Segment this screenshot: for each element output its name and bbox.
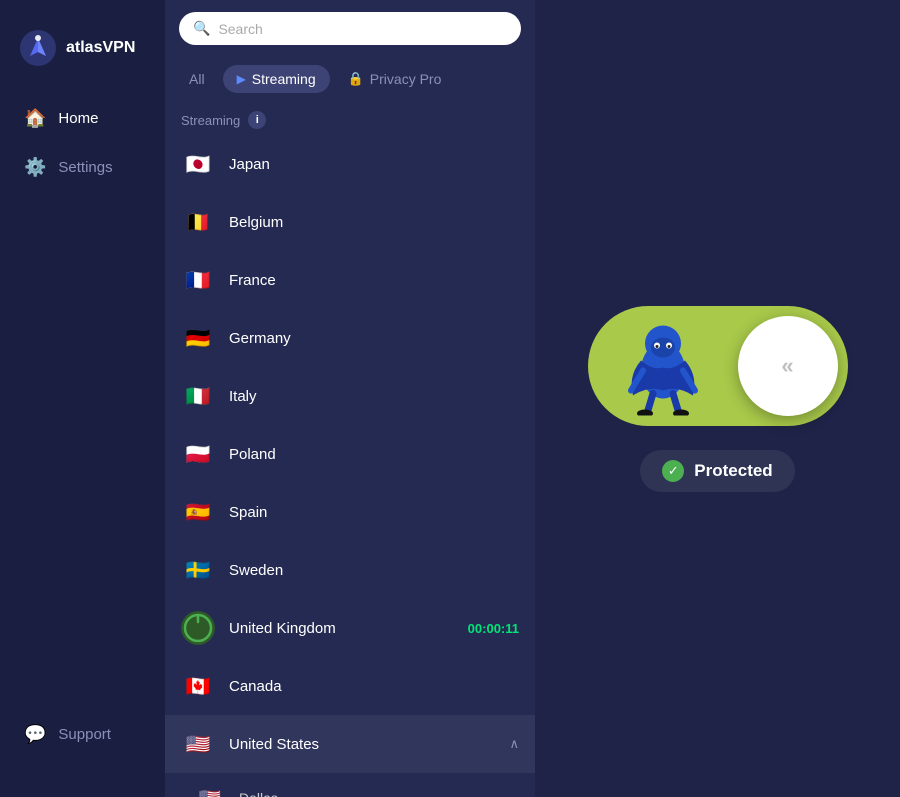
lock-icon: 🔒	[348, 71, 364, 87]
sidebar-item-support[interactable]: 💬 Support	[10, 712, 155, 757]
flag-poland: 🇵🇱	[181, 437, 215, 471]
vpn-mascot	[613, 305, 713, 415]
tab-privacy-label: Privacy Pro	[370, 71, 442, 87]
flag-uk	[181, 611, 215, 645]
main-content: 🔍 All ▶ Streaming 🔒 Privacy Pro Streamin…	[165, 0, 900, 797]
country-item-spain[interactable]: 🇪🇸 Spain	[165, 483, 535, 541]
country-item-canada[interactable]: 🇨🇦 Canada	[165, 657, 535, 715]
vpn-toggle-container: « ✓ Protected	[588, 306, 848, 492]
search-container: 🔍	[165, 0, 535, 57]
tab-privacy-pro[interactable]: 🔒 Privacy Pro	[338, 65, 452, 93]
protected-check-icon: ✓	[662, 460, 684, 482]
play-icon: ▶	[237, 72, 246, 86]
flag-dallas: 🇺🇸	[195, 783, 225, 797]
flag-italy: 🇮🇹	[181, 379, 215, 413]
logo-text: atlasVPN	[66, 39, 135, 57]
country-item-italy[interactable]: 🇮🇹 Italy	[165, 367, 535, 425]
protected-label: Protected	[694, 461, 772, 481]
sidebar-item-settings[interactable]: ⚙️ Settings	[10, 145, 155, 190]
country-name-belgium: Belgium	[229, 214, 519, 231]
country-item-uk[interactable]: United Kingdom 00:00:11	[165, 599, 535, 657]
country-item-france[interactable]: 🇫🇷 France	[165, 251, 535, 309]
flag-sweden: 🇸🇪	[181, 553, 215, 587]
chevron-double-icon: «	[781, 353, 793, 379]
flag-belgium: 🇧🇪	[181, 205, 215, 239]
tab-streaming-label: Streaming	[252, 71, 316, 87]
sidebar-item-home-label: Home	[58, 110, 98, 127]
tab-all[interactable]: All	[179, 65, 215, 93]
search-wrapper[interactable]: 🔍	[179, 12, 521, 45]
country-name-italy: Italy	[229, 388, 519, 405]
sidebar-bottom: 💬 Support	[0, 712, 165, 777]
country-name-france: France	[229, 272, 519, 289]
left-panel: 🔍 All ▶ Streaming 🔒 Privacy Pro Streamin…	[165, 0, 535, 797]
sidebar-support-label: Support	[58, 726, 111, 743]
right-panel: « ✓ Protected	[535, 0, 900, 797]
country-name-us: United States	[229, 736, 495, 753]
city-name-dallas: Dallas	[239, 790, 278, 797]
flag-us: 🇺🇸	[181, 727, 215, 761]
toggle-knob[interactable]: «	[738, 316, 838, 416]
sidebar: atlasVPN 🏠 Home ⚙️ Settings 💬 Support	[0, 0, 165, 797]
atlas-logo-icon	[20, 30, 56, 66]
country-name-spain: Spain	[229, 504, 519, 521]
section-header-label: Streaming	[181, 113, 240, 128]
country-name-sweden: Sweden	[229, 562, 519, 579]
country-item-us[interactable]: 🇺🇸 United States ∧	[165, 715, 535, 773]
sidebar-item-home[interactable]: 🏠 Home	[10, 96, 155, 141]
search-icon: 🔍	[193, 20, 210, 37]
country-name-poland: Poland	[229, 446, 519, 463]
section-header: Streaming i	[165, 103, 535, 135]
city-item-dallas[interactable]: 🇺🇸 Dallas	[165, 773, 535, 797]
sidebar-logo[interactable]: atlasVPN	[0, 20, 165, 96]
country-list: 🇯🇵 Japan 🇧🇪 Belgium 🇫🇷 France 🇩🇪 Germany	[165, 135, 535, 797]
country-item-germany[interactable]: 🇩🇪 Germany	[165, 309, 535, 367]
chevron-up-icon: ∧	[509, 736, 519, 752]
sidebar-nav: 🏠 Home ⚙️ Settings	[0, 96, 165, 712]
tab-streaming[interactable]: ▶ Streaming	[223, 65, 330, 93]
flag-france: 🇫🇷	[181, 263, 215, 297]
vpn-toggle[interactable]: «	[588, 306, 848, 426]
home-icon: 🏠	[24, 108, 46, 129]
flag-canada: 🇨🇦	[181, 669, 215, 703]
country-item-sweden[interactable]: 🇸🇪 Sweden	[165, 541, 535, 599]
flag-japan: 🇯🇵	[181, 147, 215, 181]
country-name-uk: United Kingdom	[229, 620, 454, 637]
search-input[interactable]	[218, 21, 507, 37]
country-item-japan[interactable]: 🇯🇵 Japan	[165, 135, 535, 193]
flag-spain: 🇪🇸	[181, 495, 215, 529]
sidebar-item-settings-label: Settings	[58, 159, 112, 176]
settings-icon: ⚙️	[24, 157, 46, 178]
country-name-japan: Japan	[229, 156, 519, 173]
country-name-canada: Canada	[229, 678, 519, 695]
flag-germany: 🇩🇪	[181, 321, 215, 355]
info-icon[interactable]: i	[248, 111, 266, 129]
country-name-germany: Germany	[229, 330, 519, 347]
country-item-poland[interactable]: 🇵🇱 Poland	[165, 425, 535, 483]
support-icon: 💬	[24, 724, 46, 745]
filter-tabs: All ▶ Streaming 🔒 Privacy Pro	[165, 57, 535, 103]
protected-badge: ✓ Protected	[640, 450, 794, 492]
country-timer-uk: 00:00:11	[468, 621, 519, 636]
country-item-belgium[interactable]: 🇧🇪 Belgium	[165, 193, 535, 251]
